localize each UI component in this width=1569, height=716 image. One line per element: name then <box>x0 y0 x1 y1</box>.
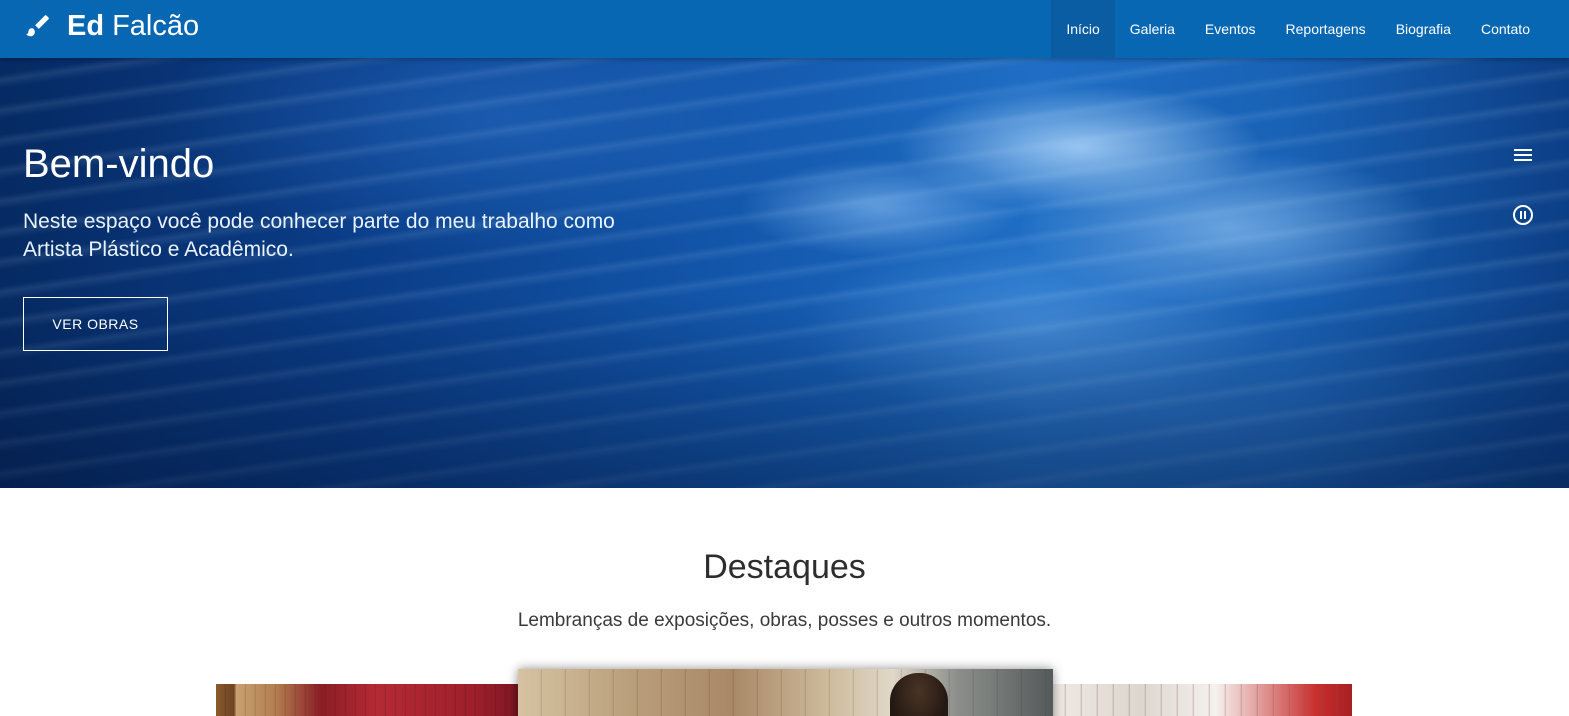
hero-banner: Bem-vindo Neste espaço você pode conhece… <box>0 58 1569 488</box>
nav-item-galeria[interactable]: Galeria <box>1115 0 1190 58</box>
photo-person <box>890 673 948 716</box>
hero-subtitle: Neste espaço você pode conhecer parte do… <box>23 210 615 261</box>
paintbrush-icon <box>26 15 49 37</box>
brand-name-light: Falcão <box>112 9 200 42</box>
nav-item-reportagens[interactable]: Reportagens <box>1271 0 1381 58</box>
highlights-title: Destaques <box>703 548 866 586</box>
highlight-photo-left[interactable] <box>216 684 521 716</box>
nav-item-contato[interactable]: Contato <box>1466 0 1545 58</box>
hero-title: Bem-vindo <box>23 142 215 186</box>
highlight-photo-center[interactable] <box>518 669 1053 716</box>
highlight-photo-right[interactable] <box>1050 684 1352 716</box>
hero-content: Bem-vindo Neste espaço você pode conhece… <box>23 142 663 351</box>
top-navbar: Ed Falcão Início Galeria Eventos Reporta… <box>0 0 1569 58</box>
brand-link[interactable]: Ed Falcão <box>24 0 199 52</box>
main-nav: Início Galeria Eventos Reportagens Biogr… <box>1051 0 1545 58</box>
ver-obras-button[interactable]: VER OBRAS <box>23 297 168 351</box>
pause-icon[interactable] <box>1512 204 1534 226</box>
nav-item-eventos[interactable]: Eventos <box>1190 0 1271 58</box>
nav-item-inicio[interactable]: Início <box>1051 0 1115 58</box>
nav-item-biografia[interactable]: Biografia <box>1381 0 1466 58</box>
highlights-subtitle: Lembranças de exposições, obras, posses … <box>517 610 1052 631</box>
menu-icon[interactable] <box>1513 146 1533 164</box>
brand-name-bold: Ed <box>67 9 105 42</box>
